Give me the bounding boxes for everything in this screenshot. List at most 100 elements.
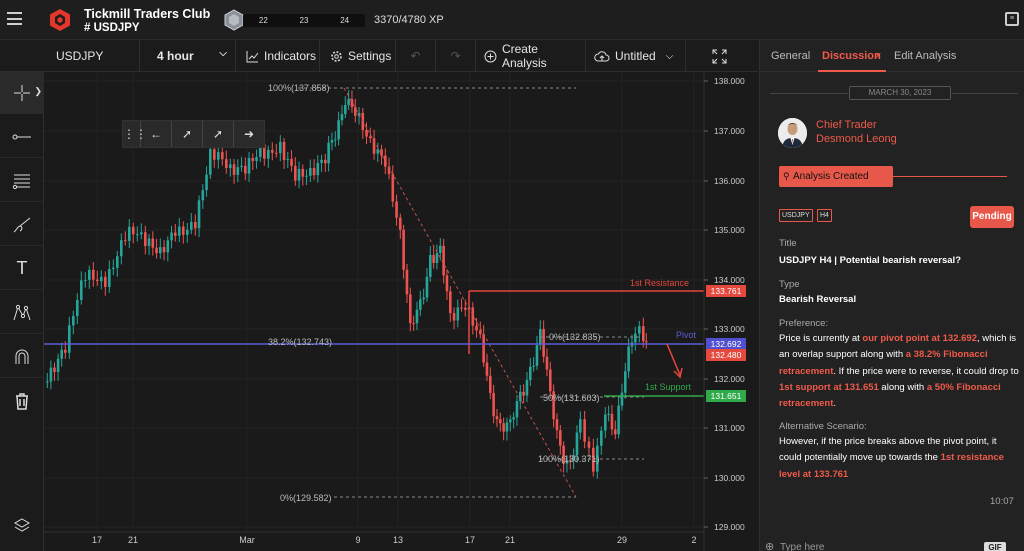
candle-body — [190, 222, 193, 230]
time-tick-label: 2 — [691, 535, 696, 545]
fullscreen-icon[interactable] — [686, 40, 758, 72]
undo-icon[interactable]: ↶ — [396, 40, 436, 72]
time-tick-label: 17 — [92, 535, 102, 545]
create-analysis-button[interactable]: Create Analysis — [476, 40, 586, 72]
candle-body — [522, 391, 525, 396]
candle-body — [209, 149, 212, 175]
menu-icon[interactable] — [7, 12, 22, 25]
price-tick-label: 134.000 — [714, 275, 745, 285]
candle-body — [347, 99, 350, 106]
candle-body — [56, 358, 60, 372]
candle-body — [460, 307, 463, 309]
candle-body — [247, 158, 251, 174]
candle-body — [84, 279, 87, 281]
tab-general[interactable]: General — [771, 50, 810, 62]
candle-body — [610, 413, 614, 430]
candle-body — [607, 413, 610, 415]
fib-tool[interactable] — [0, 160, 44, 202]
candle-body — [275, 152, 278, 154]
arrow-left-icon[interactable]: ← — [141, 121, 172, 147]
candle-body — [617, 405, 620, 435]
candle-body — [384, 155, 387, 167]
magnet-icon — [15, 349, 29, 364]
candle-body — [579, 419, 582, 433]
settings-button[interactable]: Settings — [320, 40, 396, 72]
trend-line-icon[interactable]: ➚ — [203, 121, 234, 147]
tab-discussion[interactable]: Discussion — [822, 50, 881, 62]
candle-body — [120, 240, 123, 257]
redo-icon[interactable]: ↷ — [436, 40, 476, 72]
trash-icon — [16, 393, 28, 410]
window-icon[interactable]: ≡ — [1005, 12, 1019, 26]
avatar[interactable] — [778, 118, 807, 148]
candle-body — [49, 367, 53, 382]
candle-body — [485, 362, 489, 376]
candle-body — [354, 107, 357, 116]
drag-handle-icon[interactable]: ⋮⋮ — [123, 121, 147, 147]
candle-body — [471, 307, 475, 326]
candle-body — [162, 247, 166, 253]
candle-body — [225, 159, 228, 168]
candle-body — [100, 276, 103, 282]
xp-segment: 23 — [299, 16, 309, 25]
candle-body — [244, 165, 247, 174]
candle-body — [439, 245, 442, 253]
candle-body — [432, 255, 435, 263]
tab-edit-analysis[interactable]: Edit Analysis — [894, 50, 956, 62]
plus-icon[interactable]: ⊕ — [765, 540, 774, 551]
settings-label: Settings — [348, 49, 392, 63]
candle-body — [182, 226, 185, 235]
price-tick-label: 131.000 — [714, 423, 745, 433]
status-banner: ⚲ Analysis Created — [779, 166, 893, 187]
candle-body — [575, 432, 579, 456]
type-label: Type — [779, 279, 800, 290]
gif-button[interactable]: GIF — [984, 542, 1006, 551]
candle-body — [316, 162, 320, 176]
candle-body — [144, 232, 147, 247]
indicators-button[interactable]: Indicators — [236, 40, 320, 72]
timeframe-select[interactable]: 4 hour ⌵ — [140, 40, 236, 72]
layout-menu[interactable]: Untitled ⌵ — [586, 40, 686, 72]
layers-tool[interactable] — [0, 505, 44, 547]
pattern-tool[interactable] — [0, 292, 44, 334]
candle-body — [305, 175, 308, 177]
candle-body — [559, 430, 562, 446]
time-tick-label: 21 — [505, 535, 515, 545]
timeframe-tag: H4 — [817, 209, 832, 222]
brush-tool[interactable] — [0, 204, 44, 246]
candle-body — [155, 247, 158, 254]
ray-icon[interactable]: ➚ — [172, 121, 203, 147]
candle-body — [72, 315, 75, 326]
candle-body — [53, 367, 56, 372]
symbol-selector[interactable]: USDJPY — [0, 40, 140, 72]
title-label: Title — [779, 238, 797, 249]
message-date: MARCH 30, 2023 — [849, 86, 951, 100]
magnet-tool[interactable] — [0, 336, 44, 378]
candle-body — [604, 414, 607, 431]
line-icon — [12, 134, 31, 139]
pattern-icon — [13, 304, 31, 320]
candle-body — [186, 229, 189, 235]
candle-body — [136, 234, 139, 236]
fib-label: 100%(137.858) — [268, 83, 330, 93]
divider — [893, 176, 1007, 177]
text-icon: T — [16, 258, 28, 278]
author-name[interactable]: Desmond Leong — [816, 133, 897, 145]
line-tool[interactable] — [0, 116, 44, 158]
candle-body — [555, 419, 559, 431]
candle-body — [240, 165, 243, 168]
candle-body — [442, 245, 445, 276]
crosshair-tool[interactable]: ❯ — [0, 72, 44, 114]
candle-body — [495, 416, 499, 420]
current-price-value: 132.480 — [711, 350, 742, 360]
top-bar: Tickmill Traders Club # USDJPY 22 23 24 … — [0, 0, 1024, 40]
text-tool[interactable]: T — [0, 248, 44, 290]
delete-tool[interactable] — [0, 380, 44, 422]
close-tab-icon[interactable]: × — [875, 50, 881, 62]
candle-body — [549, 369, 552, 392]
price-chart[interactable]: 100%(137.858) 38.2%(132.743) 0%(129.582)… — [44, 72, 758, 551]
extended-line-icon[interactable]: ➜ — [234, 121, 264, 147]
candle-body — [124, 240, 127, 242]
plus-circle-icon — [484, 50, 497, 62]
candle-body — [194, 222, 197, 229]
